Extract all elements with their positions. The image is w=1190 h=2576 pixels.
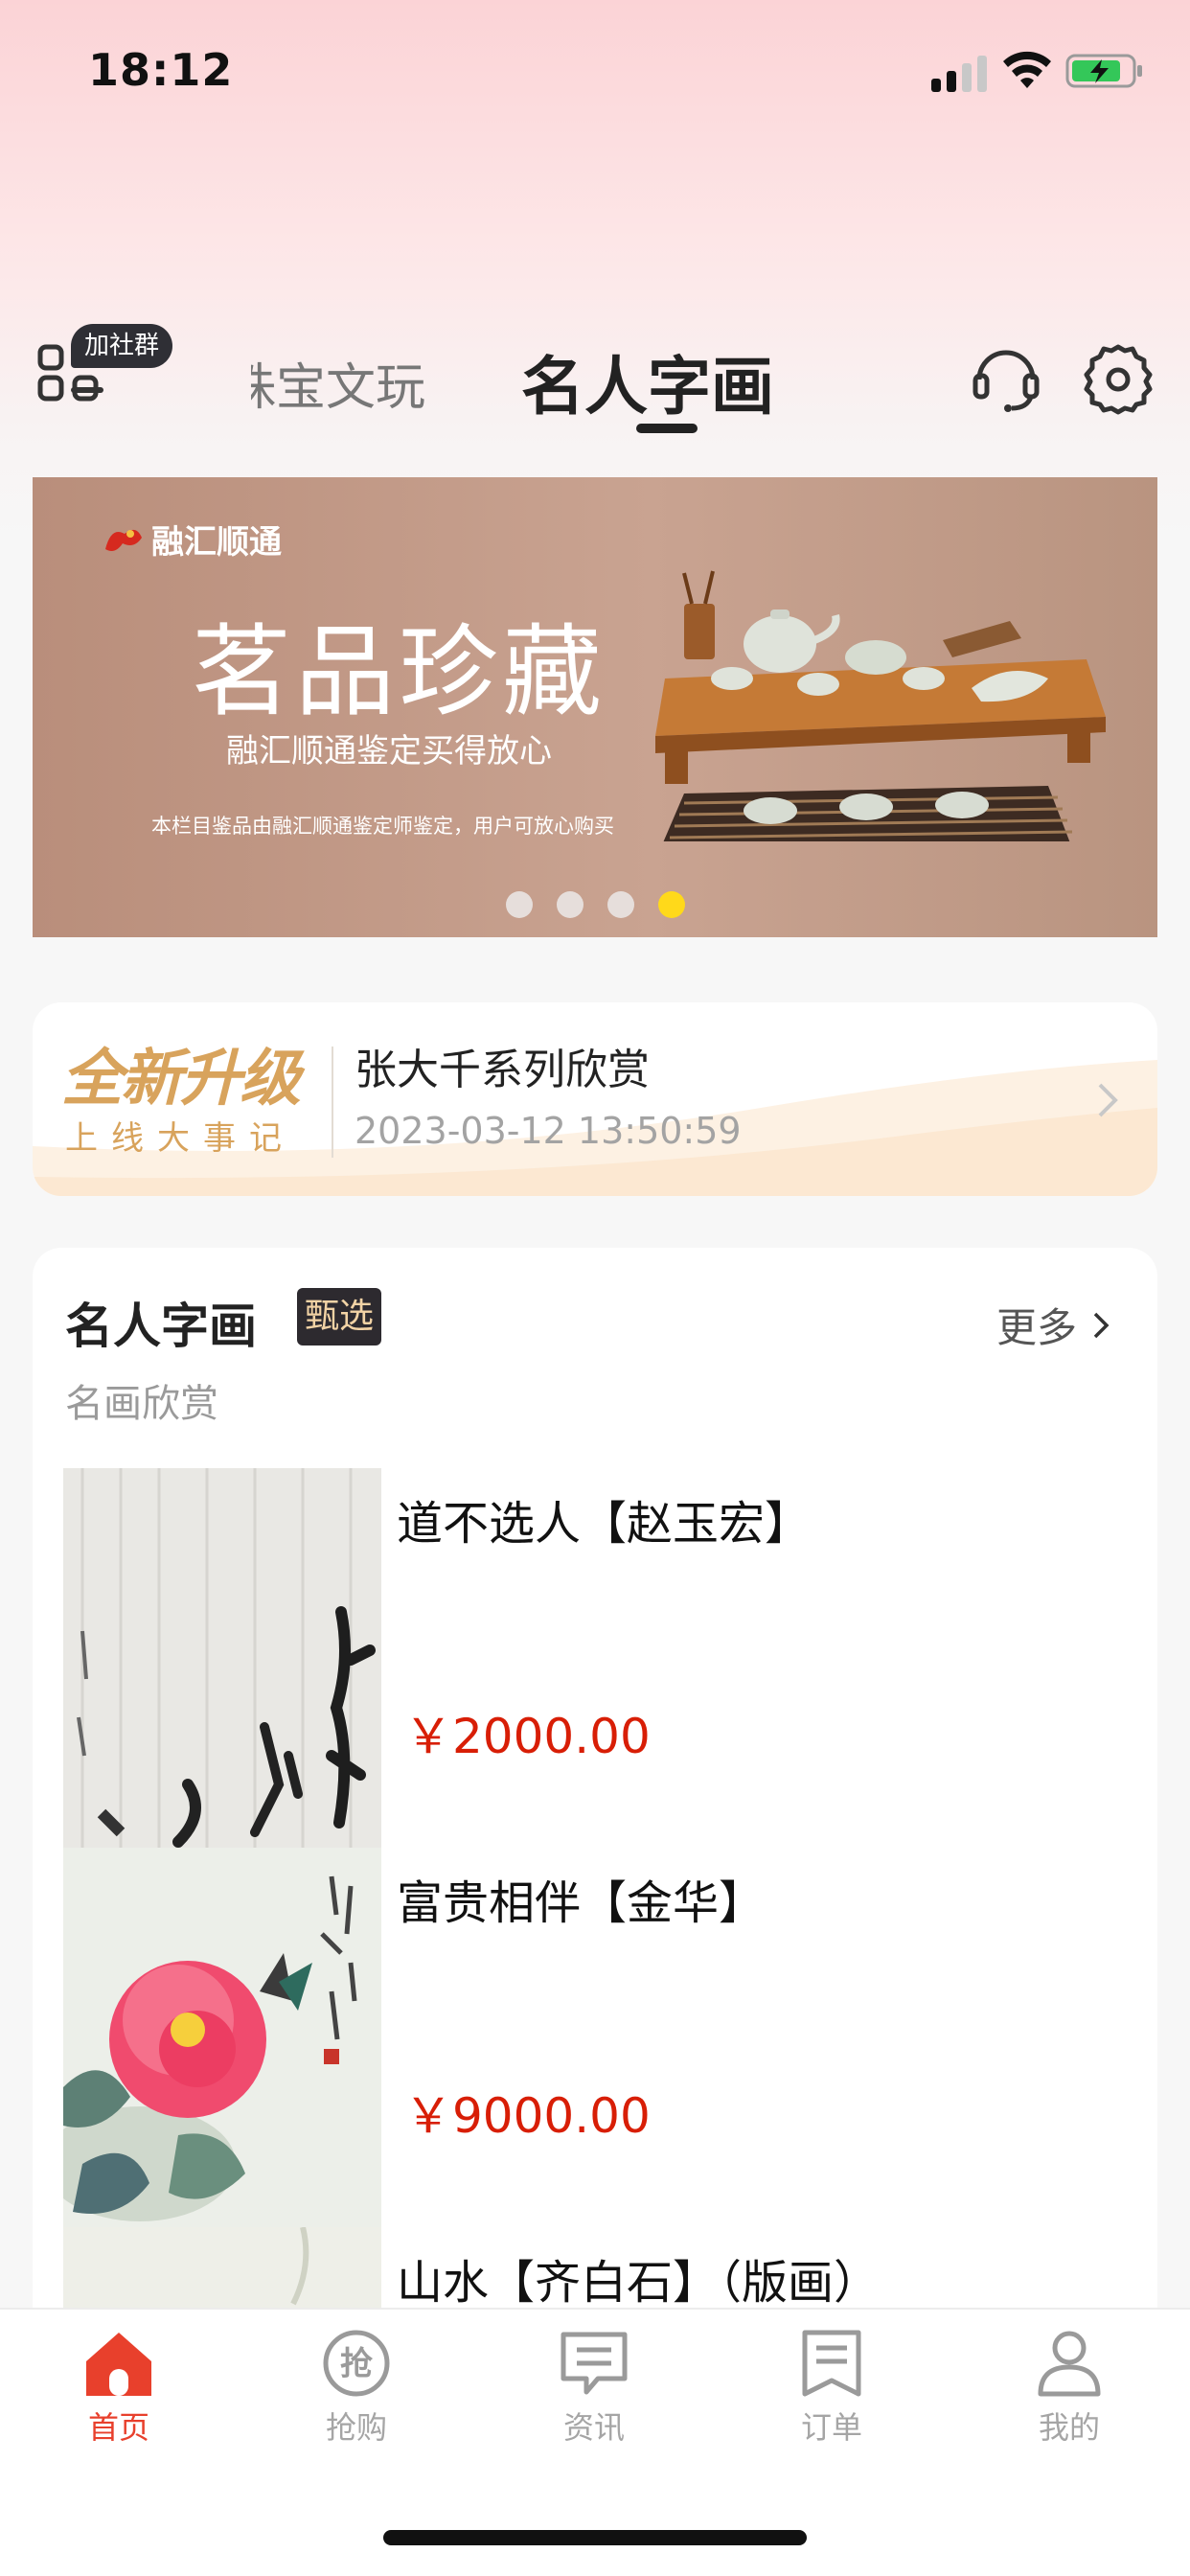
tab-home-label: 首页 bbox=[87, 2409, 149, 2446]
news-title: 张大千系列欣赏 bbox=[355, 1046, 650, 1094]
product-item[interactable]: 富贵相伴【金华】 ￥9000.00 bbox=[63, 1848, 1127, 2227]
news-logo-title: 全新升级 bbox=[61, 1044, 301, 1115]
category-tabs: 珠宝文玩 名人字画 bbox=[251, 335, 788, 441]
wifi-icon bbox=[1003, 51, 1051, 88]
product-name: 道不选人【赵玉宏】 bbox=[397, 1497, 812, 1551]
more-link-label: 更多 bbox=[996, 1304, 1078, 1351]
product-image bbox=[63, 1848, 381, 2227]
svg-text:抢: 抢 bbox=[340, 2345, 374, 2383]
tab-rush-buy[interactable]: 抢 抢购 bbox=[238, 2329, 475, 2453]
chevron-right-icon bbox=[1098, 1083, 1118, 1117]
chevron-right-icon bbox=[1093, 1312, 1110, 1338]
banner-title: 茗品珍藏 bbox=[192, 613, 606, 730]
banner-subtitle: 融汇顺通鉴定买得放心 bbox=[226, 732, 552, 770]
customer-service-icon[interactable] bbox=[970, 341, 1042, 414]
banner-note: 本栏目鉴品由融汇顺通鉴定师鉴定，用户可放心购买 bbox=[151, 815, 614, 838]
product-item[interactable]: 道不选人【赵玉宏】 ￥2000.00 bbox=[63, 1468, 1127, 1848]
status-bar: 18:12 bbox=[0, 0, 1190, 144]
news-logo-subtitle: 上线大事记 bbox=[65, 1119, 295, 1158]
product-name: 山水【齐白石】（版画） bbox=[397, 2256, 881, 2310]
profile-icon bbox=[1038, 2331, 1101, 2397]
tab-news-label: 资讯 bbox=[562, 2409, 625, 2446]
rush-buy-icon: 抢 bbox=[323, 2330, 390, 2397]
news-icon bbox=[561, 2332, 628, 2395]
tab-jewelry[interactable]: 珠宝文玩 bbox=[251, 347, 425, 419]
tab-orders[interactable]: 订单 bbox=[713, 2329, 950, 2453]
home-indicator bbox=[383, 2530, 807, 2545]
product-image bbox=[63, 1468, 381, 1848]
tab-orders-label: 订单 bbox=[800, 2409, 862, 2446]
home-icon bbox=[86, 2333, 151, 2396]
tab-active-indicator bbox=[636, 424, 698, 433]
section-tag: 甄选 bbox=[297, 1288, 382, 1346]
banner-logo: 融汇顺通 bbox=[102, 516, 282, 563]
news-divider bbox=[332, 1046, 333, 1158]
tea-set-illustration bbox=[655, 570, 1106, 841]
brand-logo-icon bbox=[105, 529, 142, 551]
section-subtitle: 名画欣赏 bbox=[65, 1382, 218, 1426]
section-title: 名人字画 bbox=[65, 1299, 257, 1354]
status-time: 18:12 bbox=[88, 44, 234, 96]
banner-dot[interactable] bbox=[607, 891, 634, 918]
tab-profile-label: 我的 bbox=[1038, 2409, 1100, 2446]
tab-calligraphy[interactable]: 名人字画 bbox=[521, 335, 774, 427]
tab-profile[interactable]: 我的 bbox=[950, 2329, 1188, 2453]
settings-gear-icon[interactable] bbox=[1081, 341, 1156, 416]
promo-banner[interactable]: 融汇顺通 茗品珍藏 融汇顺通鉴定买得放心 本栏目鉴品由融汇顺通鉴定师鉴定，用户可… bbox=[33, 477, 1157, 937]
product-price: ￥2000.00 bbox=[404, 1709, 651, 1764]
banner-dot[interactable] bbox=[557, 891, 584, 918]
product-price: ￥9000.00 bbox=[404, 2088, 651, 2144]
join-group-badge[interactable]: 加社群 bbox=[71, 324, 173, 368]
tab-news[interactable]: 资讯 bbox=[475, 2329, 713, 2453]
more-link[interactable]: 更多 bbox=[996, 1296, 1110, 1354]
cellular-signal-icon bbox=[931, 56, 989, 92]
banner-pagination bbox=[506, 891, 709, 918]
tab-rush-buy-label: 抢购 bbox=[325, 2409, 387, 2446]
product-name: 富贵相伴【金华】 bbox=[397, 1876, 766, 1930]
order-icon bbox=[802, 2330, 861, 2397]
banner-logo-text: 融汇顺通 bbox=[151, 523, 282, 562]
banner-dot[interactable] bbox=[506, 891, 533, 918]
banner-dot-active[interactable] bbox=[658, 891, 685, 918]
news-timestamp: 2023-03-12 13:50:59 bbox=[355, 1110, 742, 1152]
news-ticker[interactable]: 全新升级 上线大事记 张大千系列欣赏 2023-03-12 13:50:59 bbox=[33, 1002, 1157, 1196]
tab-home[interactable]: 首页 bbox=[0, 2329, 238, 2453]
battery-icon bbox=[1065, 54, 1142, 88]
